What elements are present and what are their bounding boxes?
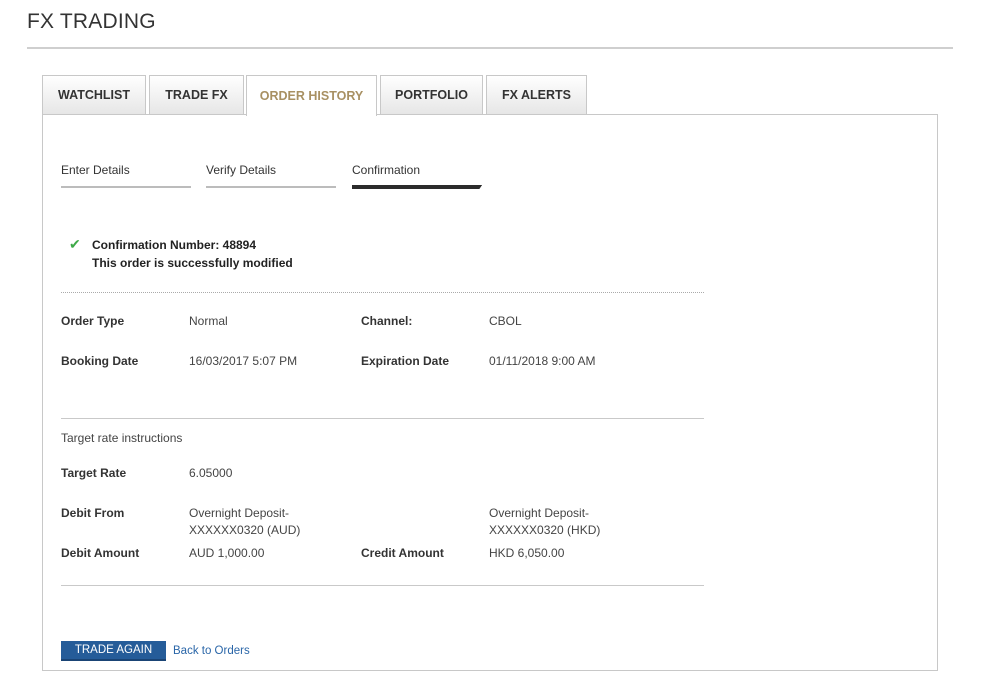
checkmark-icon: ✔ [69,236,81,252]
credit-amount-label: Credit Amount [361,546,444,560]
back-to-orders-link[interactable]: Back to Orders [173,645,250,657]
tab-order-history[interactable]: ORDER HISTORY [246,75,377,116]
tab-fx-alerts[interactable]: FX ALERTS [486,75,587,114]
divider [61,585,704,586]
credit-to-value: Overnight Deposit- XXXXXX0320 (HKD) [489,505,600,539]
debit-from-label: Debit From [61,506,125,520]
debit-from-account-line-1: Overnight Deposit- [189,506,290,520]
confirmation-status: This order is successfully modified [92,256,293,270]
title-divider [27,47,953,49]
booking-date-label: Booking Date [61,354,139,368]
debit-amount-value: AUD 1,000.00 [189,546,265,560]
booking-date-value: 16/03/2017 5:07 PM [189,354,298,368]
order-type-value: Normal [189,314,228,328]
target-rate-section-title: Target rate instructions [61,431,183,445]
order-panel [42,114,938,671]
tab-portfolio[interactable]: PORTFOLIO [380,75,483,114]
expiration-date-value: 01/11/2018 9:00 AM [489,354,596,368]
target-rate-value: 6.05000 [189,466,233,480]
confirmation-number: Confirmation Number: 48894 [92,238,257,252]
credit-to-account-line-1: Overnight Deposit- [489,506,590,520]
step-confirmation: Confirmation [352,163,482,189]
page-title: FX TRADING [27,10,156,33]
debit-from-value: Overnight Deposit- XXXXXX0320 (AUD) [189,505,300,539]
tab-trade-fx[interactable]: TRADE FX [149,75,244,114]
channel-value: CBOL [489,314,522,328]
credit-to-account-line-2: XXXXXX0320 (HKD) [489,523,601,537]
tab-watchlist[interactable]: WATCHLIST [42,75,146,114]
target-rate-label: Target Rate [61,466,127,480]
order-type-label: Order Type [61,314,125,328]
divider [61,292,704,293]
debit-from-account-line-2: XXXXXX0320 (AUD) [189,523,301,537]
divider [61,418,704,419]
debit-amount-label: Debit Amount [61,546,140,560]
step-verify-details: Verify Details [206,163,336,188]
step-enter-details: Enter Details [61,163,191,188]
channel-label: Channel: [361,314,413,328]
trade-again-button[interactable]: TRADE AGAIN [61,641,166,661]
credit-amount-value: HKD 6,050.00 [489,546,565,560]
expiration-date-label: Expiration Date [361,354,450,368]
